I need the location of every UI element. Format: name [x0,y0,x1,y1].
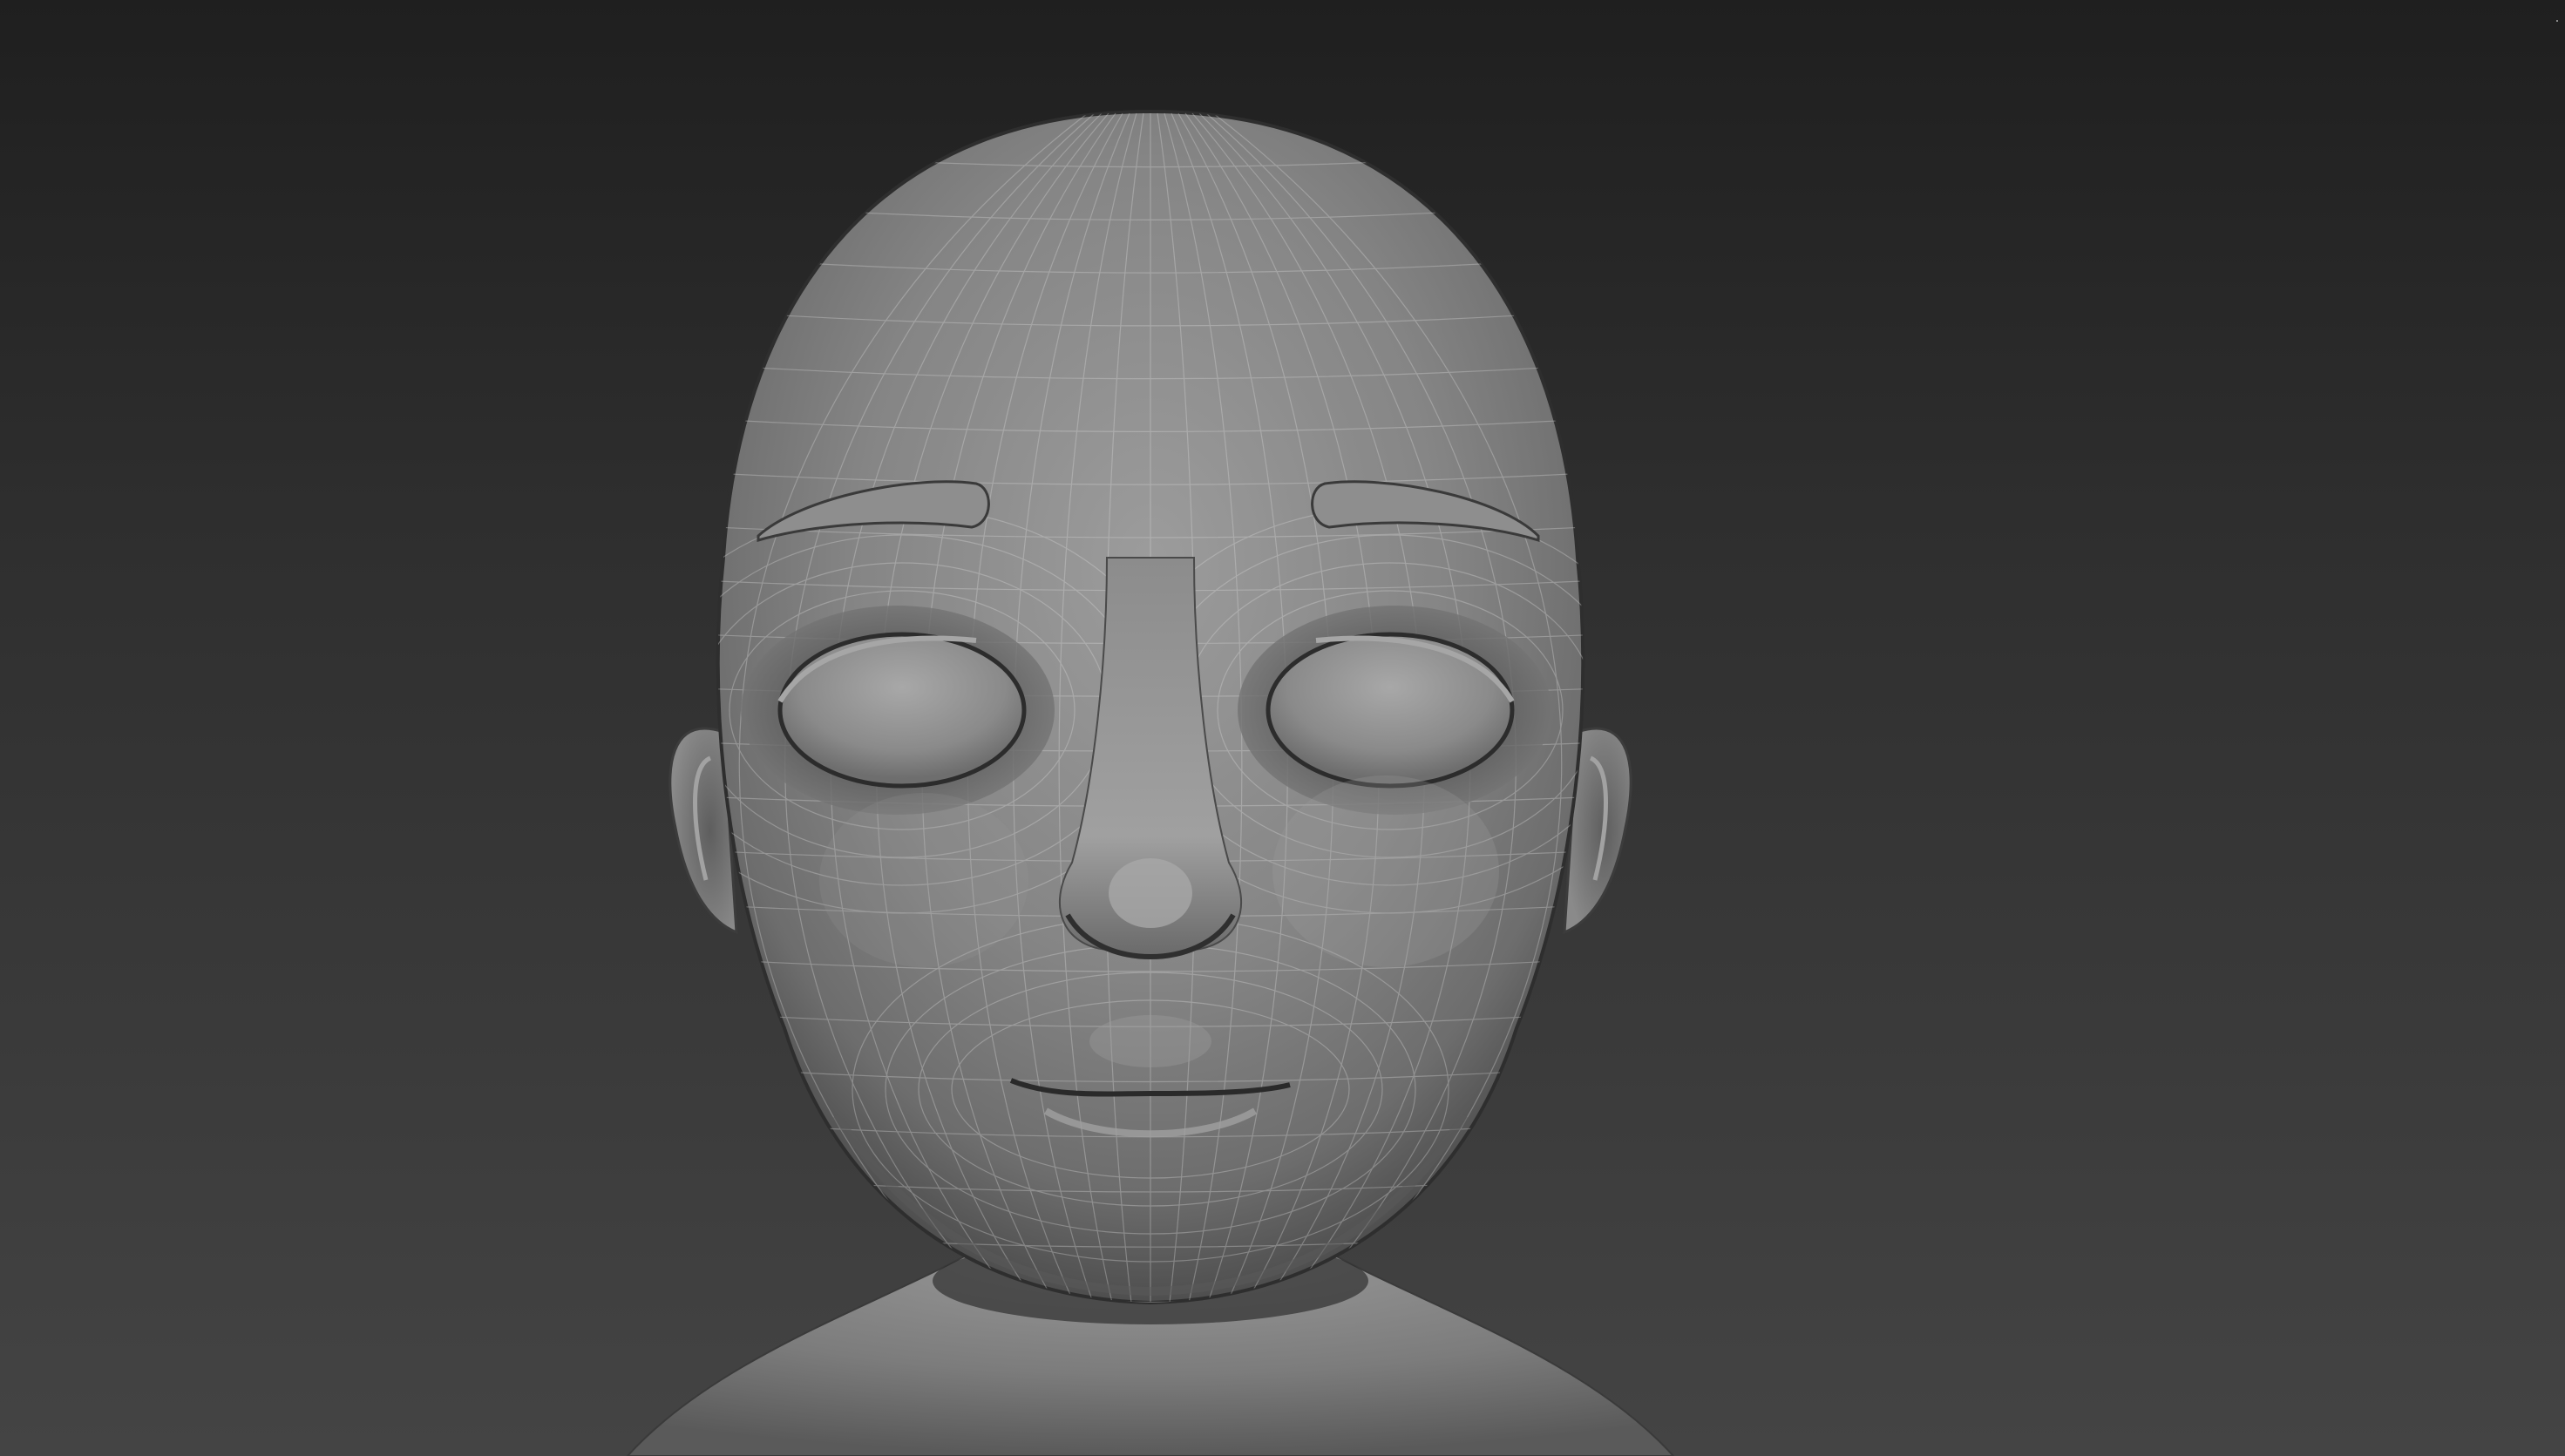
model-render[interactable] [0,0,2565,1456]
left-eye [777,632,1027,789]
right-eye [1266,632,1515,789]
corner-marker: · [2555,11,2560,29]
3d-viewport[interactable]: · [0,0,2565,1456]
